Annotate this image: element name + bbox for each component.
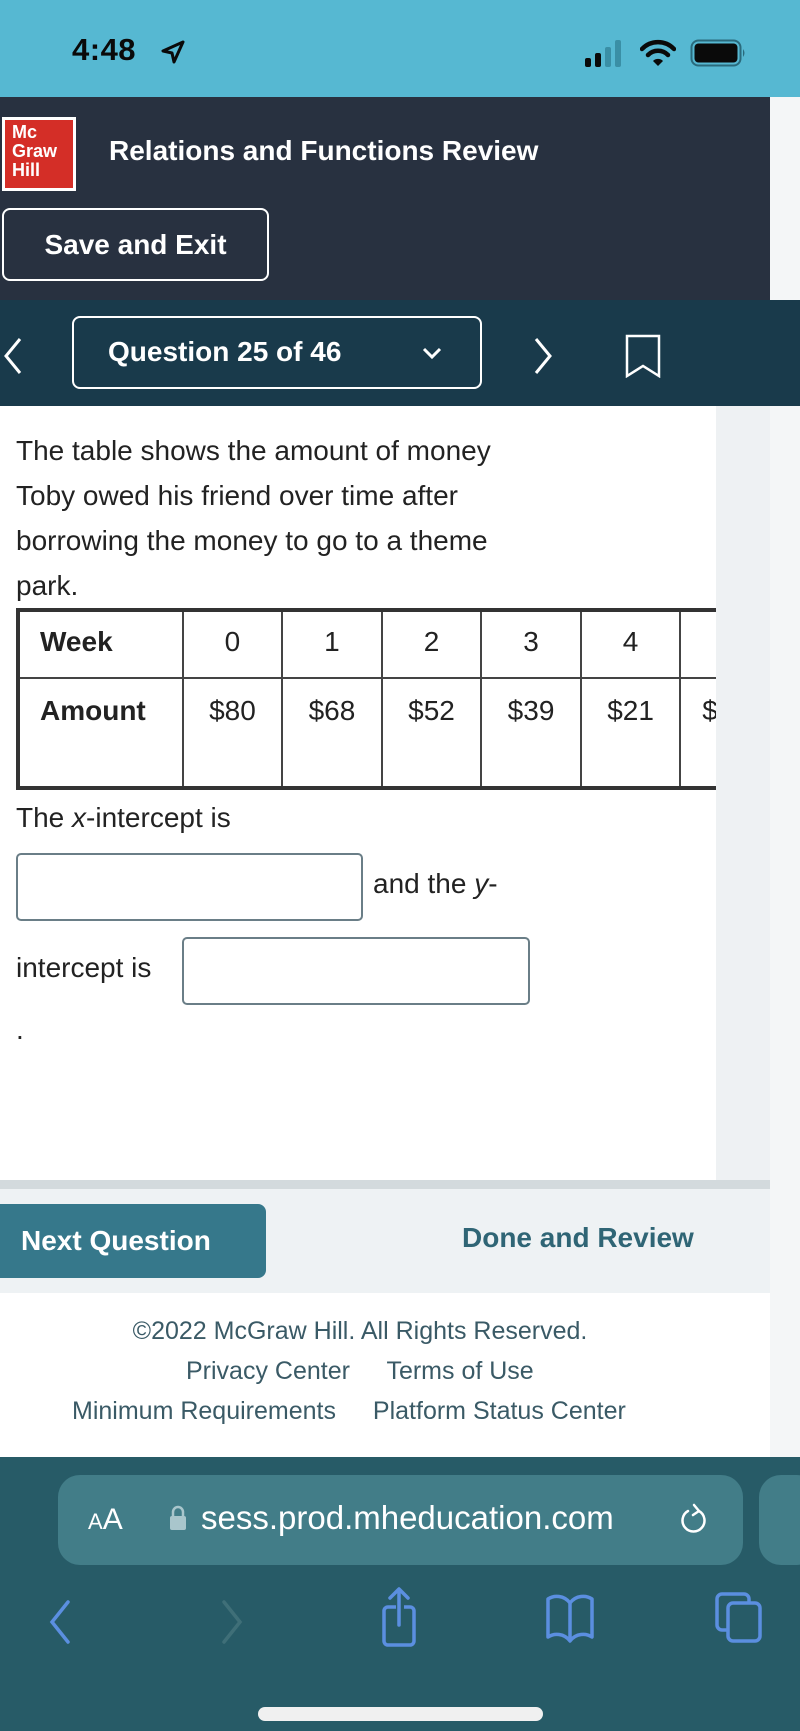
bookmarks-icon[interactable] <box>544 1591 596 1643</box>
question-nav: Question 25 of 46 <box>0 300 770 406</box>
minimum-requirements-link[interactable]: Minimum Requirements <box>72 1397 336 1425</box>
table-cell: $80 <box>181 677 284 789</box>
question-select-dropdown[interactable]: Question 25 of 46 <box>72 316 482 389</box>
status-bar: 4:48 <box>0 0 800 97</box>
chevron-left-icon[interactable] <box>0 336 26 376</box>
back-icon[interactable] <box>44 1597 74 1647</box>
row-header: Amount <box>17 677 184 789</box>
terms-of-use-link[interactable]: Terms of Use <box>386 1357 533 1385</box>
next-question-button[interactable]: Next Question <box>0 1204 266 1278</box>
bookmark-icon[interactable] <box>624 334 662 378</box>
table-cell: $39 <box>480 677 582 789</box>
table-cell: 1 <box>281 609 383 679</box>
sentence-period: . <box>16 1014 24 1045</box>
question-content: The table shows the amount of money Toby… <box>0 406 770 1180</box>
share-icon[interactable] <box>376 1585 424 1649</box>
footer-links-row-2: Minimum Requirements Platform Status Cen… <box>72 1397 656 1426</box>
platform-status-center-link[interactable]: Platform Status Center <box>373 1397 626 1425</box>
nav-gutter <box>770 300 800 406</box>
question-select-label: Question 25 of 46 <box>108 336 342 367</box>
address-bar[interactable]: AA sess.prod.mheducation.com <box>58 1475 743 1565</box>
question-prompt: The table shows the amount of money Toby… <box>16 435 491 601</box>
done-and-review-link[interactable]: Done and Review <box>462 1222 694 1254</box>
row-header: Week <box>17 609 184 679</box>
wifi-icon <box>640 39 676 66</box>
chevron-down-icon <box>422 347 442 360</box>
url-text: sess.prod.mheducation.com <box>201 1499 614 1536</box>
footer: ©2022 McGraw Hill. All Rights Reserved. … <box>0 1293 770 1457</box>
chevron-right-icon[interactable] <box>530 336 556 376</box>
x-intercept-label: The x-intercept is <box>16 802 231 833</box>
table-cell: $68 <box>281 677 383 789</box>
header-gutter <box>770 97 800 300</box>
action-bar: Next Question Done and Review <box>0 1189 770 1293</box>
privacy-center-link[interactable]: Privacy Center <box>186 1357 350 1385</box>
tabs-icon[interactable] <box>714 1591 764 1643</box>
save-and-exit-button[interactable]: Save and Exit <box>2 208 269 281</box>
footer-links-row-1: Privacy Center Terms of Use <box>186 1357 564 1386</box>
copyright-text: ©2022 McGraw Hill. All Rights Reserved. <box>132 1317 588 1345</box>
action-divider <box>0 1180 770 1189</box>
lock-icon <box>170 1505 186 1530</box>
app-header: Mc Graw Hill Relations and Functions Rev… <box>0 97 770 300</box>
table-cell: 4 <box>579 609 682 679</box>
right-gutter <box>770 406 800 1457</box>
x-intercept-input[interactable] <box>16 853 363 921</box>
y-intercept-input[interactable] <box>182 937 530 1005</box>
table-cell: 0 <box>181 609 284 679</box>
forward-icon[interactable] <box>218 1597 248 1647</box>
cellular-signal-icon <box>585 40 621 67</box>
page-title: Relations and Functions Review <box>109 135 539 166</box>
table-cell: $21 <box>579 677 682 789</box>
home-indicator[interactable] <box>258 1707 543 1721</box>
y-intercept-label-start: and the y- <box>373 868 498 899</box>
status-time: 4:48 <box>72 32 137 67</box>
text-size-button[interactable]: AA <box>88 1503 123 1537</box>
table-cell: 2 <box>380 609 483 679</box>
location-arrow-icon <box>161 40 185 64</box>
table-row-week: Week 0 1 2 3 4 5 <box>17 609 770 679</box>
week-amount-table: Week 0 1 2 3 4 5 Amount $80 $68 $52 $39 … <box>16 608 770 790</box>
table-cell: $52 <box>380 677 483 789</box>
battery-icon <box>690 39 745 67</box>
reload-icon[interactable] <box>678 1503 710 1537</box>
table-row-amount: Amount $80 $68 $52 $39 $21 $10 <box>17 677 770 789</box>
mcgraw-hill-logo: Mc Graw Hill <box>2 117 76 191</box>
browser-toolbar: AA sess.prod.mheducation.com <box>0 1457 800 1731</box>
y-intercept-label-end: intercept is <box>16 952 152 983</box>
next-tab-preview[interactable] <box>759 1475 800 1565</box>
table-cell: 3 <box>480 609 582 679</box>
scrollbar[interactable] <box>716 406 770 1180</box>
